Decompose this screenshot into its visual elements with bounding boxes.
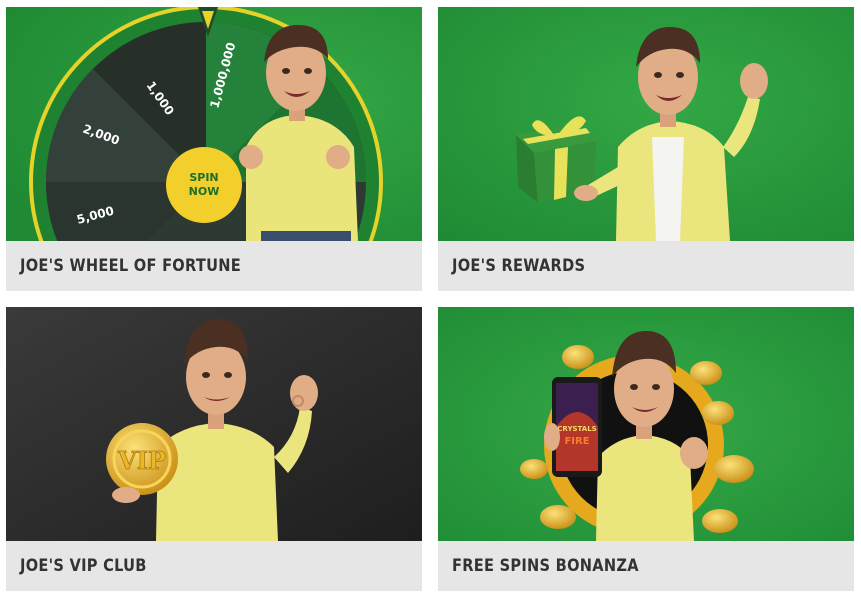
vip-club-artwork: VIP	[6, 307, 422, 541]
wheel-of-fortune-card[interactable]: 1,000 1,000,000 2,000 5,000 SPIN NOW JOE…	[6, 7, 422, 291]
card-title[interactable]: JOE'S REWARDS	[452, 256, 585, 276]
free-spins-bonanza-artwork: CRYSTALS FIRE	[438, 307, 854, 541]
card-caption: JOE'S VIP CLUB	[6, 541, 422, 591]
rewards-card[interactable]: JOE'S REWARDS	[438, 7, 854, 291]
phone-game-icon: CRYSTALS FIRE	[544, 377, 602, 477]
card-title[interactable]: FREE SPINS BONANZA	[452, 556, 639, 576]
wheel-of-fortune-artwork: 1,000 1,000,000 2,000 5,000 SPIN NOW	[6, 7, 422, 241]
card-caption: JOE'S REWARDS	[438, 241, 854, 291]
free-spins-bonanza-card[interactable]: CRYSTALS FIRE FREE SPINS BONANZA	[438, 307, 854, 591]
svg-text:FIRE: FIRE	[564, 436, 589, 447]
card-title[interactable]: JOE'S VIP CLUB	[20, 556, 147, 576]
svg-text:VIP: VIP	[117, 446, 166, 475]
card-title[interactable]: JOE'S WHEEL OF FORTUNE	[20, 256, 241, 276]
svg-text:NOW: NOW	[189, 185, 220, 198]
svg-text:SPIN: SPIN	[189, 171, 218, 184]
spin-now-button[interactable]: SPIN NOW	[166, 147, 242, 223]
vip-club-card[interactable]: VIP JOE'S VIP CLUB	[6, 307, 422, 591]
card-caption: FREE SPINS BONANZA	[438, 541, 854, 591]
svg-text:CRYSTALS: CRYSTALS	[557, 425, 596, 433]
rewards-artwork	[438, 7, 854, 241]
card-caption: JOE'S WHEEL OF FORTUNE	[6, 241, 422, 291]
promotions-grid: 1,000 1,000,000 2,000 5,000 SPIN NOW JOE…	[0, 0, 861, 599]
